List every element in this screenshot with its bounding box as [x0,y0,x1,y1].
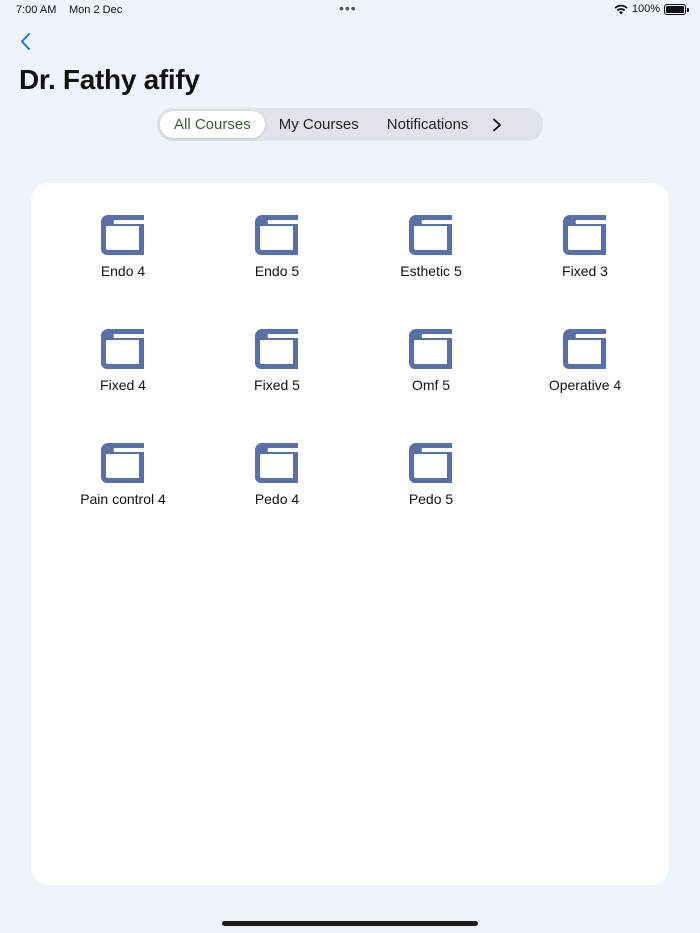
course-item-pain-control-4[interactable]: Pain control 4 [46,441,200,555]
course-label: Pain control 4 [80,491,166,507]
course-item-fixed-3[interactable]: Fixed 3 [508,213,662,327]
courses-card: Endo 4 Endo 5 Esthetic 5 Fixed 3 Fixed 4… [31,183,669,885]
course-label: Fixed 3 [562,263,608,279]
book-icon [255,215,298,255]
book-icon [101,329,144,369]
course-item-pedo-4[interactable]: Pedo 4 [200,441,354,555]
course-item-omf-5[interactable]: Omf 5 [354,327,508,441]
course-label: Pedo 5 [408,491,454,507]
book-icon [101,215,144,255]
course-label: Esthetic 5 [400,263,462,279]
chevron-left-icon [21,33,30,50]
book-icon [255,329,298,369]
course-label: Omf 5 [411,377,451,393]
course-label: Fixed 5 [254,377,300,393]
course-label: Fixed 4 [100,377,146,393]
book-icon [255,443,298,483]
course-item-pedo-5[interactable]: Pedo 5 [354,441,508,555]
segmented-control: All Courses My Courses Notifications [157,108,543,141]
book-icon [409,443,452,483]
status-date: Mon 2 Dec [69,4,123,16]
course-label: Pedo 4 [254,491,300,507]
back-button[interactable] [14,30,38,54]
course-item-fixed-4[interactable]: Fixed 4 [46,327,200,441]
battery-icon [664,3,689,15]
status-time: 7:00 AM [16,4,57,16]
book-icon [101,443,144,483]
book-icon [409,329,452,369]
course-item-endo-4[interactable]: Endo 4 [46,213,200,327]
status-bar: 7:00 AM Mon 2 Dec ••• 100% [0,0,700,22]
course-item-operative-4[interactable]: Operative 4 [508,327,662,441]
chevron-right-icon[interactable] [490,118,504,132]
tab-my-courses[interactable]: My Courses [265,111,373,138]
battery-percent: 100% [631,3,660,15]
page-title: Dr. Fathy afify [19,64,200,95]
course-label: Operative 4 [548,377,622,393]
course-label: Endo 5 [254,263,300,279]
course-item-esthetic-5[interactable]: Esthetic 5 [354,213,508,327]
status-right: 100% [614,3,689,15]
tab-notifications[interactable]: Notifications [373,111,483,138]
course-item-fixed-5[interactable]: Fixed 5 [200,327,354,441]
home-indicator[interactable] [222,921,478,926]
course-label: Endo 4 [100,263,146,279]
course-item-endo-5[interactable]: Endo 5 [200,213,354,327]
multitasking-dots[interactable]: ••• [339,0,357,16]
book-icon [409,215,452,255]
tab-all-courses[interactable]: All Courses [160,111,265,138]
course-grid: Endo 4 Endo 5 Esthetic 5 Fixed 3 Fixed 4… [46,213,662,555]
wifi-icon [614,4,628,14]
book-icon [563,215,606,255]
book-icon [563,329,606,369]
